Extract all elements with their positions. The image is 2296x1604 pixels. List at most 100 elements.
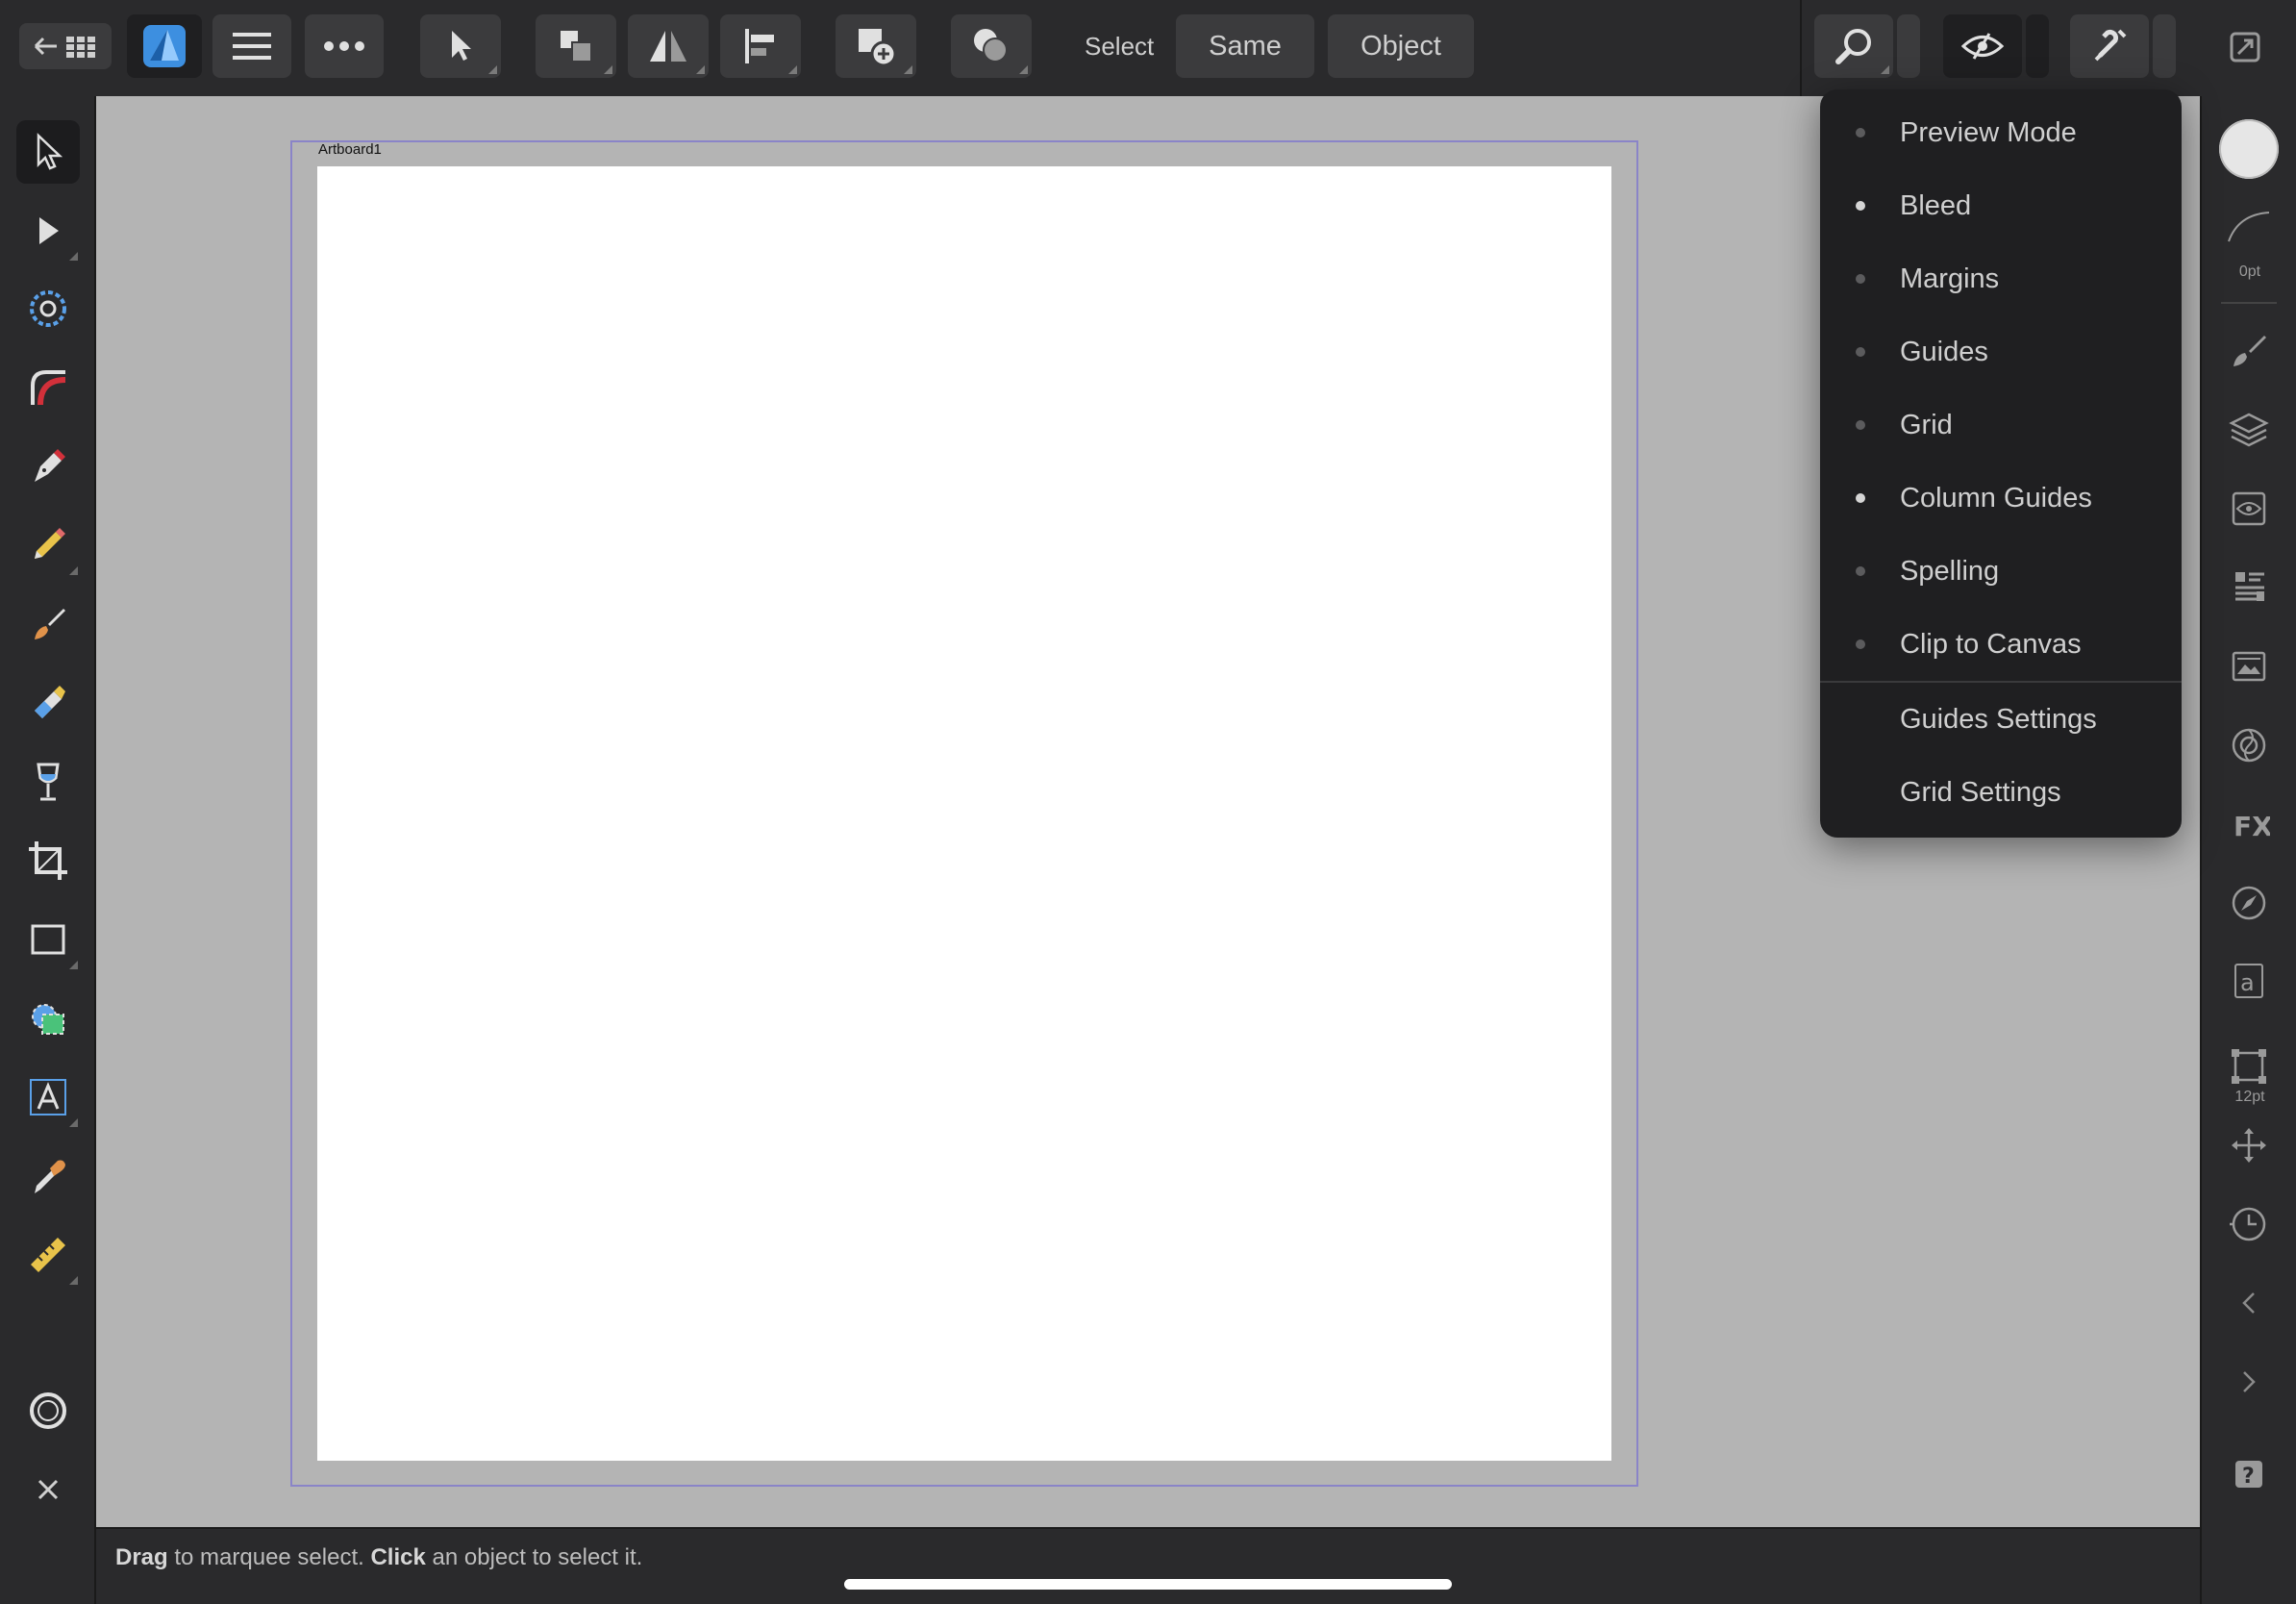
back-to-documents-button[interactable]: [19, 23, 112, 69]
transform-panel-button[interactable]: [2217, 1035, 2281, 1098]
more-button[interactable]: [305, 14, 384, 78]
history-clock-icon: [2230, 1207, 2266, 1241]
close-tools-button[interactable]: [16, 1458, 80, 1521]
color-swatch[interactable]: [16, 1379, 80, 1442]
chevron-right-icon: [2243, 1371, 2256, 1392]
node-tool[interactable]: [16, 199, 80, 263]
menu-item-label: Preview Mode: [1900, 116, 2077, 148]
home-indicator[interactable]: [844, 1579, 1452, 1590]
magnifier-icon: [1835, 29, 1871, 64]
back-grid-icon: [34, 37, 95, 58]
character-panel-button[interactable]: a: [2217, 950, 2281, 1014]
fill-color-swatch[interactable]: [2217, 117, 2281, 181]
snapping-dropdown[interactable]: [2153, 14, 2176, 78]
cursor-arrow-icon: [452, 31, 471, 61]
flip-button[interactable]: [628, 14, 709, 78]
transform-box-icon: [2232, 1049, 2266, 1084]
move-tool[interactable]: [16, 120, 80, 184]
menu-item-preview-mode[interactable]: Preview Mode: [1820, 96, 2182, 169]
menu-item-guides-settings[interactable]: Guides Settings: [1820, 683, 2182, 756]
menu-item-label: Column Guides: [1900, 482, 2092, 514]
gradient-fill-icon: [35, 686, 65, 718]
boolean-operations-button[interactable]: [951, 14, 1032, 78]
measure-tool[interactable]: [16, 1223, 80, 1287]
menu-item-label: Grid Settings: [1900, 776, 2061, 808]
select-object-button[interactable]: Object: [1328, 14, 1474, 78]
stroke-width-control[interactable]: [2217, 196, 2281, 260]
menu-item-grid-settings[interactable]: Grid Settings: [1820, 756, 2182, 829]
point-transform-tool[interactable]: [16, 277, 80, 340]
toggle-dot-icon: [1856, 420, 1865, 430]
color-panel-button[interactable]: [2217, 714, 2281, 777]
menu-item-column-guides[interactable]: Column Guides: [1820, 462, 2182, 535]
selection-mode-button[interactable]: [420, 14, 501, 78]
hint-click-word: Click: [370, 1544, 426, 1570]
menu-item-spelling[interactable]: Spelling: [1820, 535, 2182, 608]
status-bar: Drag to marquee select. Click an object …: [96, 1527, 2200, 1604]
layers-panel-button[interactable]: [2217, 398, 2281, 462]
move-arrows-icon: [2232, 1128, 2266, 1163]
collapse-panel-left-button[interactable]: [2217, 1271, 2281, 1335]
menu-item-bleed[interactable]: Bleed: [1820, 169, 2182, 242]
color-picker-tool[interactable]: [16, 1144, 80, 1208]
help-button[interactable]: ?: [2217, 1442, 2281, 1506]
arrange-icon: [561, 31, 592, 63]
text-tool[interactable]: [16, 1065, 80, 1129]
toggle-dot-icon: [1856, 128, 1865, 138]
artboard-label[interactable]: Artboard1: [318, 141, 382, 158]
pencil-tool[interactable]: [16, 514, 80, 577]
top-toolbar: Select Same Object: [0, 0, 2296, 98]
insert-button[interactable]: [836, 14, 916, 78]
stroke-curve-icon: [2228, 212, 2270, 242]
history-panel-button[interactable]: [2217, 1192, 2281, 1256]
designer-persona-button[interactable]: [127, 14, 202, 78]
magnet-snapping-icon: [2094, 29, 2127, 62]
stroke-width-label: 0pt: [2238, 263, 2261, 280]
artboard[interactable]: [317, 166, 1611, 1461]
chevron-left-icon: [2242, 1292, 2255, 1314]
toggle-dot-icon: [1856, 201, 1865, 211]
menu-item-clip-to-canvas[interactable]: Clip to Canvas: [1820, 608, 2182, 681]
menu-item-guides[interactable]: Guides: [1820, 315, 2182, 388]
brushes-icon: [2234, 336, 2266, 366]
help-question-icon: ?: [2235, 1461, 2262, 1489]
select-same-button[interactable]: Same: [1176, 14, 1314, 78]
hint-click-rest: an object to select it.: [425, 1544, 643, 1570]
zoom-dropdown[interactable]: [1897, 14, 1920, 78]
rectangle-tool[interactable]: [16, 908, 80, 971]
move-panel-button[interactable]: [2217, 1114, 2281, 1177]
fill-tool[interactable]: [16, 671, 80, 735]
align-button[interactable]: [720, 14, 801, 78]
menu-item-margins[interactable]: Margins: [1820, 242, 2182, 315]
zoom-button[interactable]: [1814, 14, 1893, 78]
toggle-dot-icon: [1856, 347, 1865, 357]
brushes-panel-button[interactable]: [2217, 319, 2281, 383]
transparency-tool[interactable]: [16, 750, 80, 814]
menu-button[interactable]: [212, 14, 291, 78]
view-mode-button[interactable]: [1943, 14, 2022, 78]
stock-panel-button[interactable]: [2217, 635, 2281, 698]
effects-panel-button[interactable]: FX: [2217, 792, 2281, 856]
vector-brush-tool[interactable]: [16, 592, 80, 656]
color-wheel-icon: [2232, 728, 2266, 763]
menu-item-label: Bleed: [1900, 189, 1972, 221]
arrange-button[interactable]: [536, 14, 616, 78]
svg-text:FX: FX: [2234, 811, 2270, 842]
corner-tool[interactable]: [16, 356, 80, 419]
character-text-icon: a: [2234, 964, 2263, 998]
shape-builder-tool[interactable]: [16, 987, 80, 1050]
text-styles-icon: [2235, 572, 2264, 601]
snapping-button[interactable]: [2070, 14, 2149, 78]
expand-panel-right-button[interactable]: [2217, 1350, 2281, 1414]
menu-item-label: Guides Settings: [1900, 703, 2097, 735]
menu-item-grid[interactable]: Grid: [1820, 388, 2182, 462]
navigator-panel-button[interactable]: [2217, 871, 2281, 935]
layers-icon: [2229, 413, 2269, 447]
fullscreen-toggle[interactable]: [2229, 31, 2261, 63]
view-mode-dropdown[interactable]: [2026, 14, 2049, 78]
appearance-panel-button[interactable]: [2217, 477, 2281, 540]
text-styles-panel-button[interactable]: [2217, 556, 2281, 619]
rectangle-icon: [31, 924, 65, 955]
pen-tool[interactable]: [16, 435, 80, 498]
crop-tool[interactable]: [16, 829, 80, 892]
